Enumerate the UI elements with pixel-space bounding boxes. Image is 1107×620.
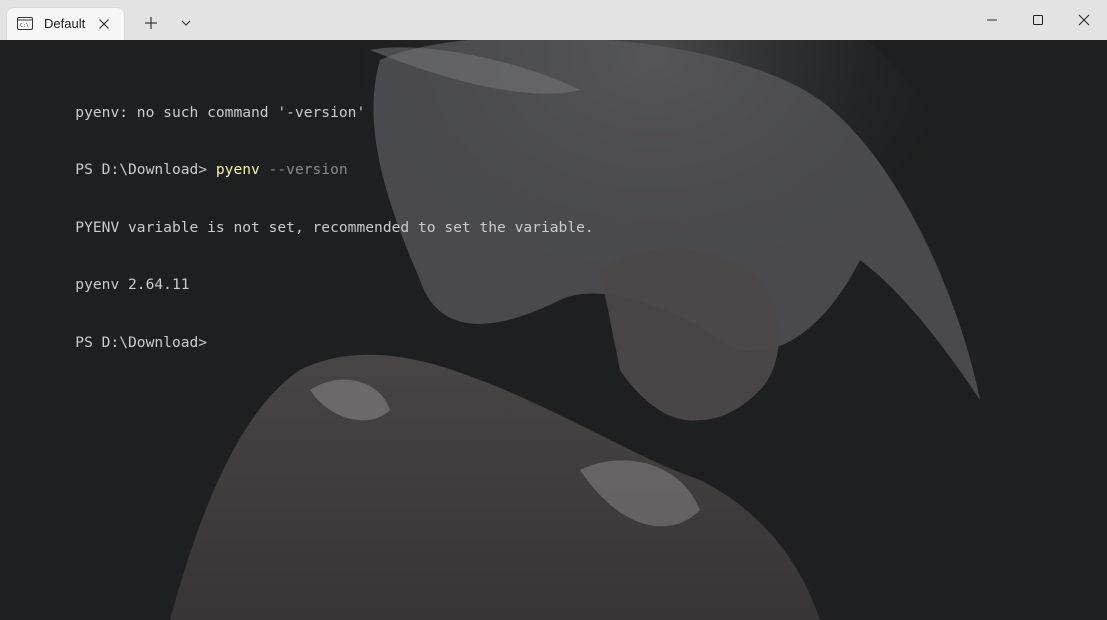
tab-title: Default [44,16,86,31]
new-tab-button[interactable] [137,10,165,36]
output-line: pyenv 2.64.11 [75,276,190,294]
prompt-text: PS D:\Download> [75,161,216,179]
svg-text:C:\: C:\ [20,23,29,29]
close-icon [1078,14,1090,26]
terminal-pane[interactable]: pyenv: no such command '-version' PS D:\… [0,40,1107,620]
tab-default[interactable]: C:\ Default [7,8,124,40]
prompt-line: PS D:\Download> pyenv --version [5,141,594,178]
argument-text: --version [259,161,348,179]
terminal-icon: C:\ [17,17,33,30]
plus-icon [145,17,157,29]
minimize-button[interactable] [969,0,1015,40]
terminal-window: C:\ Default pyenv: no such command '-ver… [0,0,1107,620]
output-line: pyenv: no such command '-version' [75,103,366,121]
command-text: pyenv [215,161,260,179]
chevron-down-icon [181,20,191,26]
prompt-text: PS D:\Download> [75,333,208,351]
output-line: PYENV variable is not set, recommended t… [75,218,594,236]
minimize-icon [987,19,997,21]
profile-dropdown-button[interactable] [173,10,199,36]
maximize-icon [1033,15,1043,25]
close-window-button[interactable] [1061,0,1107,40]
title-bar[interactable]: C:\ Default [0,0,1107,40]
prompt-line[interactable]: PS D:\Download> [5,314,594,351]
terminal-output[interactable]: pyenv: no such command '-version' PS D:\… [5,45,594,371]
maximize-button[interactable] [1015,0,1061,40]
close-tab-icon[interactable] [97,17,111,31]
